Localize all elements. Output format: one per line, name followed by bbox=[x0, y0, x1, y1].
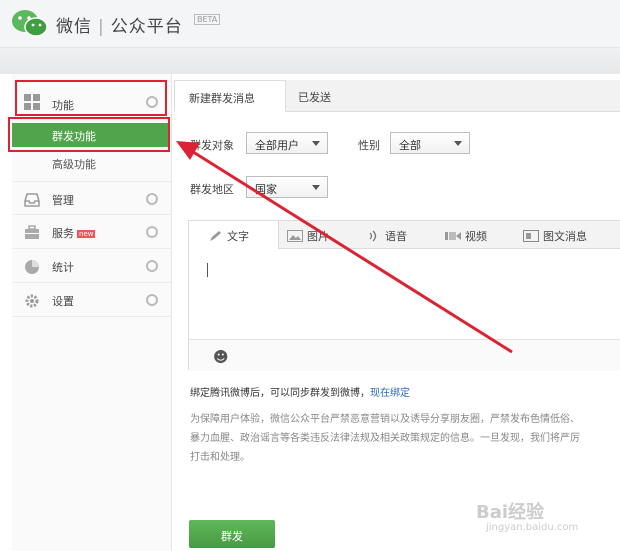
brand-wechat: 微信 bbox=[56, 17, 92, 37]
editor-tab-label: 语音 bbox=[385, 230, 407, 243]
sidebar-item-label: 统计 bbox=[52, 261, 74, 274]
pencil-icon bbox=[210, 231, 221, 241]
header-banner bbox=[0, 48, 620, 74]
voice-icon bbox=[369, 230, 377, 242]
editor-tab-voice[interactable]: 语音 bbox=[367, 228, 407, 244]
region-select[interactable]: 国家 bbox=[246, 176, 328, 198]
gender-select[interactable]: 全部 bbox=[390, 132, 470, 154]
policy-notice: 为保障用户体验，微信公众平台严禁恶意营销以及诱导分享朋友圈，严禁发布色情低俗、暴… bbox=[190, 414, 580, 463]
brand-title: 微信 | 公众平台 bbox=[56, 12, 183, 37]
target-value: 全部用户 bbox=[255, 139, 299, 152]
emoji-icon[interactable]: ☻ bbox=[213, 348, 229, 366]
sidebar-item-settings[interactable]: 设置 bbox=[12, 283, 172, 317]
mass-send-button[interactable]: 群发 bbox=[189, 520, 275, 548]
region-label: 群发地区 bbox=[190, 183, 234, 196]
video-icon bbox=[445, 232, 461, 240]
news-icon bbox=[523, 230, 539, 242]
editor-tab-video[interactable]: 视频 bbox=[445, 228, 487, 244]
bind-notice-text: 绑定腾讯微博后，可以同步群发到微博， bbox=[190, 388, 370, 399]
new-badge: new bbox=[77, 230, 96, 238]
target-select[interactable]: 全部用户 bbox=[246, 132, 328, 154]
sidebar-item-service[interactable]: 服务 new bbox=[12, 215, 172, 249]
sidebar-item-label: 设置 bbox=[52, 295, 74, 308]
message-text-area[interactable] bbox=[189, 250, 620, 338]
sidebar-subitem-advanced[interactable]: 高级功能 bbox=[52, 156, 96, 172]
expand-icon[interactable] bbox=[146, 193, 158, 205]
editor-tab-label: 视频 bbox=[465, 230, 487, 243]
expand-icon[interactable] bbox=[146, 260, 158, 272]
briefcase-icon bbox=[25, 225, 39, 239]
baidu-jingyan-watermark: Bai经验 bbox=[476, 502, 545, 523]
wechat-logo-icon bbox=[12, 10, 48, 37]
editor-tab-rich-news[interactable]: 图文消息 bbox=[523, 228, 587, 244]
brand-separator: | bbox=[98, 17, 105, 37]
chevron-down-icon bbox=[454, 141, 462, 146]
editor-tab-label: 图文消息 bbox=[543, 230, 587, 243]
target-label: 群发对象 bbox=[190, 139, 234, 152]
editor-tab-label: 图片 bbox=[307, 230, 329, 243]
inbox-icon bbox=[24, 193, 40, 207]
editor-toolbar: ☻ bbox=[189, 339, 620, 371]
sidebar-item-label: 管理 bbox=[52, 194, 74, 207]
tab-new-mass-message[interactable]: 新建群发消息 bbox=[174, 80, 286, 112]
editor-tab-text[interactable]: 文字 bbox=[189, 221, 279, 249]
expand-icon[interactable] bbox=[146, 226, 158, 238]
top-header: 微信 | 公众平台 BETA bbox=[0, 0, 620, 48]
annotation-box-mass-send bbox=[8, 117, 170, 152]
service-label: 服务 bbox=[52, 227, 74, 240]
weibo-bind-notice: 绑定腾讯微博后，可以同步群发到微博，现在绑定 bbox=[190, 384, 410, 399]
editor-type-tabs: 文字 图片 语音 视频 图文消息 bbox=[189, 221, 620, 249]
gender-label: 性别 bbox=[358, 139, 380, 152]
image-icon bbox=[287, 230, 303, 242]
annotation-box-features bbox=[15, 80, 167, 116]
brand-platform: 公众平台 bbox=[110, 17, 183, 37]
editor-tab-label: 文字 bbox=[227, 230, 249, 243]
message-editor: 文字 图片 语音 视频 图文消息 ☻ bbox=[188, 220, 620, 371]
expand-icon[interactable] bbox=[146, 294, 158, 306]
tab-sent[interactable]: 已发送 bbox=[298, 80, 331, 112]
sidebar-item-manage[interactable]: 管理 bbox=[12, 181, 172, 215]
chevron-down-icon bbox=[312, 141, 320, 146]
editor-tab-image[interactable]: 图片 bbox=[287, 228, 329, 244]
bind-now-link[interactable]: 现在绑定 bbox=[370, 388, 410, 399]
chevron-down-icon bbox=[312, 185, 320, 190]
watermark-url: jingyan.baidu.com bbox=[486, 522, 579, 533]
sidebar-item-label: 服务 new bbox=[52, 225, 96, 241]
gear-icon bbox=[25, 294, 39, 308]
region-value: 国家 bbox=[255, 183, 277, 196]
sidebar-item-stats[interactable]: 统计 bbox=[12, 249, 172, 283]
pie-chart-icon bbox=[25, 260, 39, 274]
message-tabs: 新建群发消息 已发送 bbox=[174, 80, 620, 112]
beta-badge: BETA bbox=[194, 14, 221, 25]
gender-value: 全部 bbox=[399, 139, 421, 152]
